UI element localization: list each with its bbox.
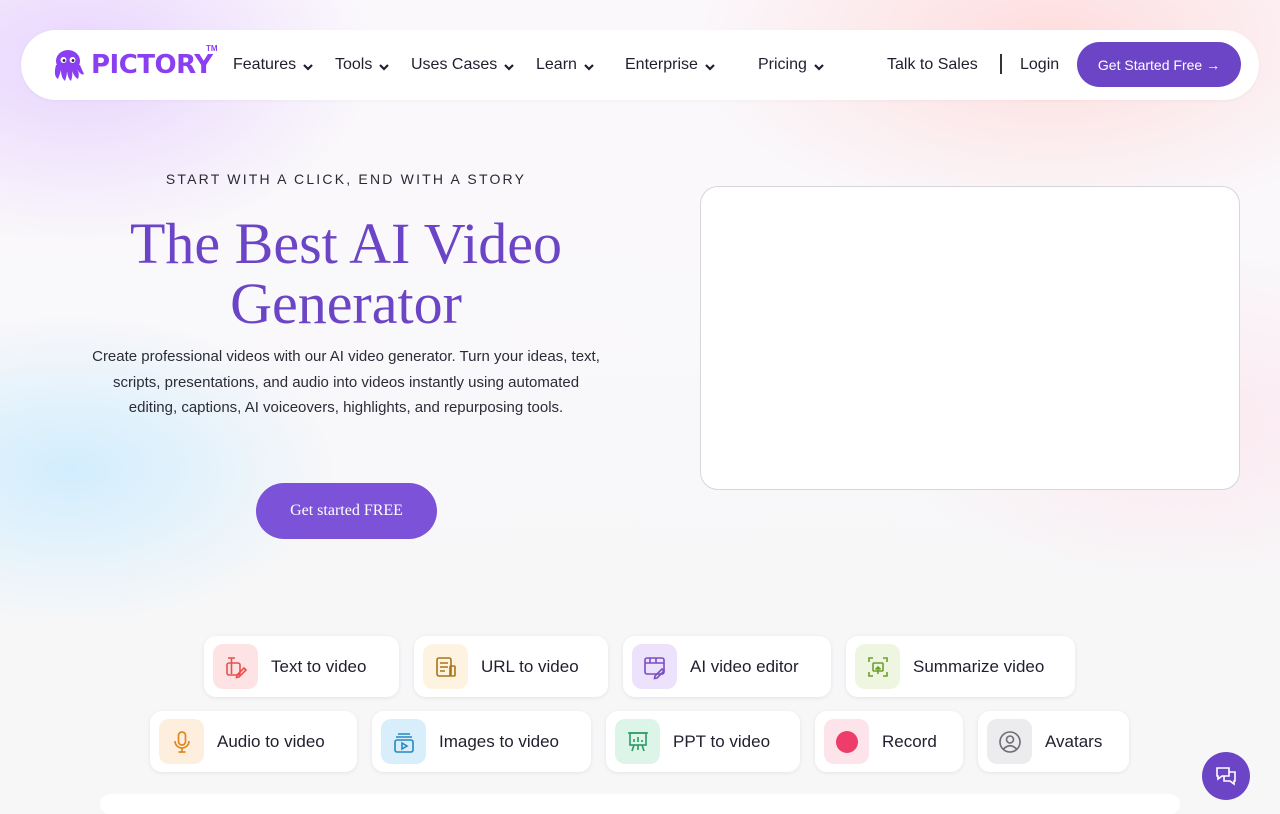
chevron-down-icon [303, 64, 313, 71]
top-navigation: PICTORY TM Features Tools Uses Cases Lea… [21, 30, 1259, 100]
nav-item-learn[interactable]: Learn [536, 54, 595, 76]
nav-divider [1000, 54, 1002, 74]
chevron-down-icon [584, 64, 594, 71]
tool-ppt-to-video[interactable]: PPT to video [606, 711, 800, 772]
hero-title: The Best AI Video Generator [130, 211, 562, 336]
nav-item-enterprise[interactable]: Enterprise [625, 54, 716, 76]
pictory-logo[interactable]: PICTORY [49, 46, 213, 84]
tool-text-to-video[interactable]: Text to video [204, 636, 399, 697]
chat-bubbles-icon [1216, 767, 1236, 786]
hero-eyebrow: START WITH A CLICK, END WITH A STORY [165, 171, 527, 187]
text-to-video-icon [213, 644, 258, 689]
ai-editor-icon [632, 644, 677, 689]
chevron-down-icon [814, 64, 824, 71]
chevron-down-icon [705, 64, 715, 71]
presentation-icon [615, 719, 660, 764]
tool-record[interactable]: Record [815, 711, 963, 772]
next-section-card [100, 794, 1180, 814]
trademark-label: TM [206, 44, 218, 53]
microphone-icon [159, 719, 204, 764]
nav-item-use-cases[interactable]: Uses Cases [411, 54, 515, 76]
tool-url-to-video[interactable]: URL to video [414, 636, 608, 697]
nav-item-pricing[interactable]: Pricing [758, 54, 825, 76]
tool-ai-video-editor[interactable]: AI video editor [623, 636, 831, 697]
url-to-video-icon [423, 644, 468, 689]
record-icon [824, 719, 869, 764]
get-started-free-button[interactable]: Get Started Free → [1077, 42, 1241, 87]
tool-avatars[interactable]: Avatars [978, 711, 1129, 772]
images-icon [381, 719, 426, 764]
hero-description: Create professional videos with our AI v… [92, 348, 600, 416]
octopus-logo-icon [54, 50, 84, 81]
login-link[interactable]: Login [1020, 54, 1059, 76]
summarize-icon [855, 644, 900, 689]
tool-summarize-video[interactable]: Summarize video [846, 636, 1075, 697]
chevron-down-icon [379, 64, 390, 71]
hero-video-player[interactable] [700, 186, 1240, 490]
nav-item-features[interactable]: Features [233, 54, 314, 76]
chevron-down-icon [504, 64, 515, 71]
tool-audio-to-video[interactable]: Audio to video [150, 711, 357, 772]
avatar-icon [987, 719, 1032, 764]
logo-wordmark: PICTORY [91, 50, 213, 80]
chat-widget-button[interactable] [1202, 752, 1250, 800]
tool-images-to-video[interactable]: Images to video [372, 711, 591, 772]
nav-item-tools[interactable]: Tools [335, 54, 390, 76]
talk-to-sales-link[interactable]: Talk to Sales [887, 54, 978, 76]
hero-get-started-button[interactable]: Get started FREE [256, 483, 437, 539]
